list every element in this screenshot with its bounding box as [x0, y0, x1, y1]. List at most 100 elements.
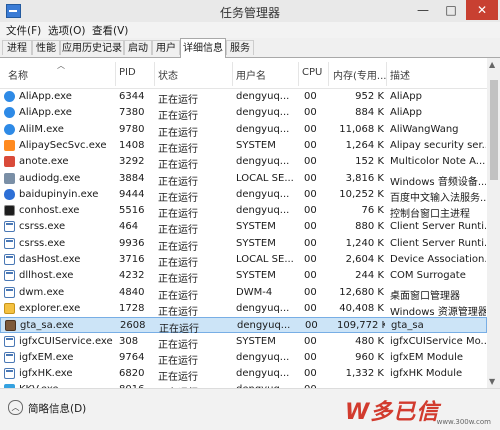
app-process-icon [4, 351, 15, 363]
process-memory: 40,408 K [339, 302, 384, 314]
process-pid: 9444 [119, 188, 145, 200]
column-header-cpu[interactable]: CPU [302, 67, 322, 78]
table-row[interactable]: dllhost.exe 4232 正在运行 SYSTEM 00 244 K COM Surr… [0, 268, 487, 286]
table-row[interactable]: dasHost.exe 3716 正在运行 LOCAL SE... 00 2,604 K D… [0, 252, 487, 269]
process-name: csrss.exe [19, 237, 66, 249]
alipay-process-icon [4, 139, 15, 151]
process-pid: 3884 [119, 172, 145, 184]
app-process-icon [4, 368, 15, 380]
process-status: 正在运行 [158, 95, 198, 106]
table-row[interactable]: csrss.exe 464 正在运行 SYSTEM 00 880 K Client Serv… [0, 219, 487, 237]
process-pid: 9780 [119, 123, 145, 135]
process-status: 正在运行 [158, 160, 198, 172]
minimize-button[interactable]: — [410, 0, 436, 20]
process-pid: 7380 [119, 107, 145, 119]
table-row[interactable]: AliApp.exe 7380 正在运行 dengyuq... 00 884 K AliAp… [0, 105, 487, 123]
process-user: SYSTEM [236, 139, 276, 151]
process-memory: 1,240 K [345, 237, 384, 249]
table-row[interactable]: igfxEM.exe 9764 正在运行 dengyuq... 00 960 K igfxE… [0, 350, 487, 367]
tab-users[interactable]: 用户 [152, 40, 180, 55]
table-row[interactable]: conhost.exe 5516 正在运行 dengyuq... 00 76 K 控制台窗口… [0, 203, 487, 221]
menu-view[interactable]: 查看(V) [92, 23, 128, 38]
app-process-icon [4, 221, 15, 233]
process-user: dengyuq... [236, 123, 290, 135]
process-status: 正在运行 [158, 258, 198, 269]
process-name: conhost.exe [19, 205, 80, 217]
process-user: LOCAL SE... [236, 172, 294, 184]
tab-performance[interactable]: 性能 [32, 40, 60, 55]
tab-processes[interactable]: 进程 [2, 40, 32, 55]
process-memory: 960 K [355, 351, 384, 363]
process-name: dasHost.exe [19, 254, 81, 265]
table-row[interactable]: baidupinyin.exe 9444 正在运行 dengyuq... 00 10,25… [0, 187, 487, 204]
table-row[interactable]: AliApp.exe 6344 正在运行 dengyuq... 00 952 K AliAp… [0, 89, 487, 106]
process-memory: 152 K [355, 156, 384, 168]
table-row[interactable]: dwm.exe 4840 正在运行 DWM-4 00 12,680 K 桌面窗口管理器 [0, 285, 487, 302]
table-row[interactable]: audiodg.exe 3884 正在运行 LOCAL SE... 00 3,816 K W… [0, 171, 487, 188]
tab-services[interactable]: 服务 [226, 40, 254, 55]
title-bar: 任务管理器 — □ ✕ [0, 0, 500, 22]
process-pid: 308 [119, 335, 139, 347]
process-cpu: 00 [304, 351, 317, 363]
process-user: dengyuq... [236, 156, 290, 168]
process-status: 正在运行 [158, 241, 198, 253]
table-row[interactable]: csrss.exe 9936 正在运行 SYSTEM 00 1,240 K Client S… [0, 236, 487, 253]
process-user: dengyuq... [236, 91, 290, 102]
table-row[interactable]: AliIM.exe 9780 正在运行 dengyuq... 00 11,068 K Ali… [0, 122, 487, 139]
tab-bar: 进程 性能 应用历史记录 启动 用户 详细信息 服务 [0, 38, 500, 58]
process-description: AliWangWang [390, 123, 459, 135]
scrollbar-thumb[interactable] [490, 80, 498, 180]
table-row[interactable]: igfxCUIService.exe 308 正在运行 SYSTEM 00 480 K ig… [0, 334, 487, 351]
process-user: DWM-4 [236, 286, 273, 298]
watermark-logo: W多已信 www.300w.com [345, 392, 495, 428]
process-name: AliApp.exe [19, 107, 72, 119]
process-description: Multicolor Note A... [390, 156, 486, 168]
process-status: 正在运行 [158, 225, 198, 237]
menu-options[interactable]: 选项(O) [48, 23, 85, 38]
table-row[interactable]: anote.exe 3292 正在运行 dengyuq... 00 152 K Multic… [0, 154, 487, 172]
process-name: baidupinyin.exe [19, 188, 99, 200]
process-name: gta_sa.exe [20, 320, 74, 332]
process-memory: 952 K [355, 91, 384, 102]
process-cpu: 00 [304, 286, 317, 298]
chevron-up-icon[interactable]: ︿ [8, 400, 23, 415]
maximize-button[interactable]: □ [438, 0, 464, 20]
column-header-memory[interactable]: 内存(专用... [333, 67, 386, 82]
process-status: 正在运行 [158, 274, 198, 286]
process-memory: 1,264 K [345, 139, 384, 151]
scroll-up-arrow-icon[interactable]: ▲ [489, 60, 495, 69]
process-user: SYSTEM [236, 237, 276, 249]
column-header-status[interactable]: 状态 [158, 67, 178, 82]
process-description: Alipay security ser... [390, 139, 486, 151]
process-description: 控制台窗口主进程 [390, 209, 470, 221]
table-row[interactable]: AlipaySecSvc.exe 1408 正在运行 SYSTEM 00 1,264 K A… [0, 138, 487, 155]
process-name: explorer.exe [19, 302, 81, 314]
column-header-name[interactable]: 名称 [8, 67, 28, 82]
process-pid: 6820 [119, 368, 145, 380]
menu-file[interactable]: 文件(F) [6, 23, 41, 38]
process-status: 正在运行 [158, 372, 198, 384]
process-user: dengyuq... [236, 302, 290, 314]
process-name: AliIM.exe [19, 123, 64, 135]
column-header-description[interactable]: 描述 [390, 67, 410, 82]
table-row[interactable]: igfxHK.exe 6820 正在运行 dengyuq... 00 1,332 K igf… [0, 366, 487, 384]
tab-details[interactable]: 详细信息 [180, 38, 226, 58]
table-row[interactable]: gta_sa.exe 2608 正在运行 dengyuq... 00 109,772 Kg… [0, 317, 487, 335]
scroll-down-arrow-icon[interactable]: ▼ [489, 377, 495, 386]
process-pid: 4232 [119, 270, 145, 282]
process-description: COM Surrogate [390, 270, 466, 282]
process-memory: 109,772 K [337, 320, 385, 332]
process-status: 正在运行 [158, 111, 198, 123]
process-status: 正在运行 [158, 176, 198, 188]
tab-startup[interactable]: 启动 [124, 40, 152, 55]
process-description: igfxHK Module [390, 368, 463, 380]
column-header-pid[interactable]: PID [119, 67, 136, 78]
process-description: Device Association... [390, 254, 486, 265]
table-row[interactable]: explorer.exe 1728 正在运行 dengyuq... 00 40,408 K… [0, 301, 487, 318]
gta-process-icon [5, 320, 16, 332]
close-button[interactable]: ✕ [466, 0, 498, 20]
tab-app-history[interactable]: 应用历史记录 [60, 40, 124, 55]
fewer-details-link[interactable]: 简略信息(D) [28, 401, 86, 416]
column-header-username[interactable]: 用户名 [236, 67, 266, 82]
process-user: dengyuq... [236, 368, 290, 380]
